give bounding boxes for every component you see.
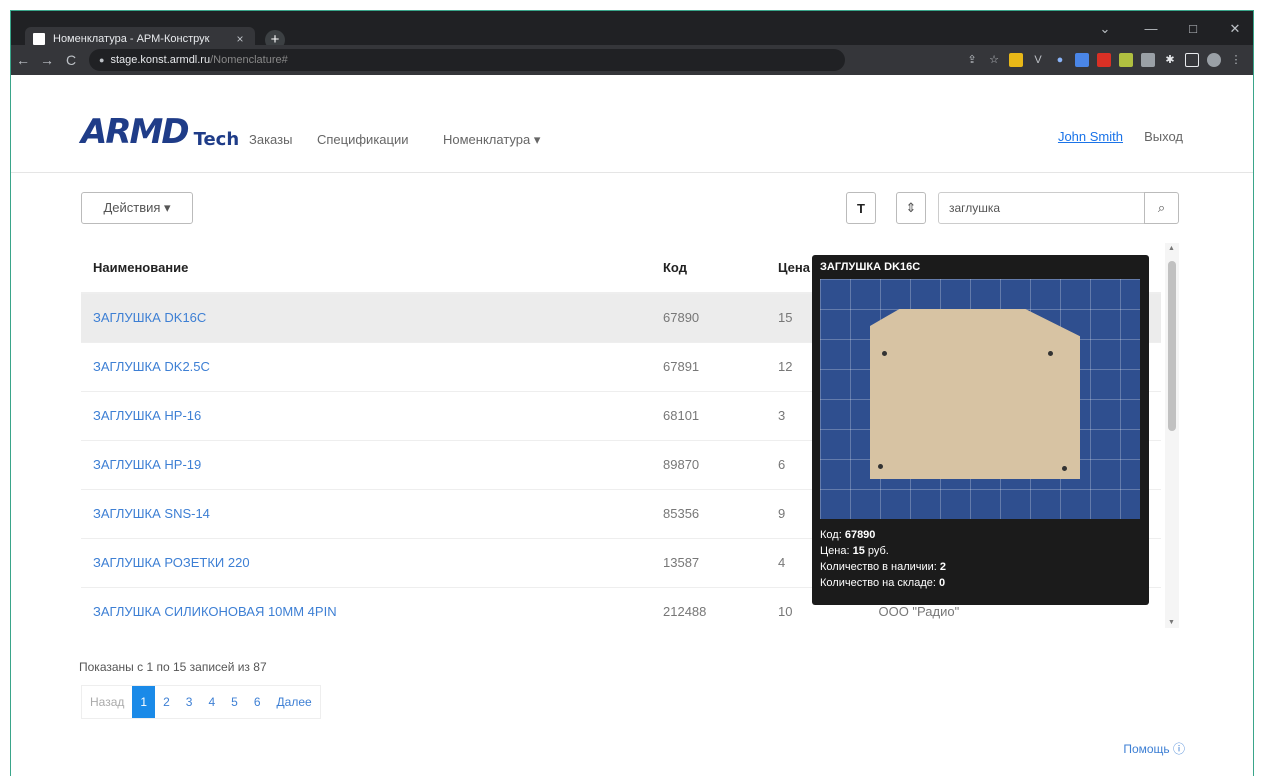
site-navbar: ARMD Tech Заказы Спецификации Номенклату… xyxy=(11,95,1253,173)
reload-button[interactable]: C xyxy=(59,52,83,68)
avatar[interactable] xyxy=(1207,53,1221,67)
extension-icon[interactable] xyxy=(1141,53,1155,67)
item-name-link[interactable]: ЗАГЛУШКА DK2.5C xyxy=(81,341,651,391)
extension-icon[interactable] xyxy=(1075,53,1089,67)
close-window-button[interactable]: ✕ xyxy=(1225,21,1245,37)
item-name-link[interactable]: ЗАГЛУШКА HP-19 xyxy=(81,439,651,489)
page-5-button[interactable]: 5 xyxy=(223,686,246,718)
table-scrollbar[interactable]: ▲ ▼ xyxy=(1165,243,1179,628)
page-4-button[interactable]: 4 xyxy=(200,686,223,718)
item-code: 85356 xyxy=(651,488,766,538)
item-code: 67890 xyxy=(651,292,766,342)
search-input[interactable] xyxy=(938,192,1145,224)
actions-dropdown[interactable]: Действия ▾ xyxy=(81,192,193,224)
item-name-link[interactable]: ЗАГЛУШКА HP-16 xyxy=(81,390,651,440)
chevron-down-icon[interactable]: ⌄ xyxy=(1095,21,1115,37)
help-link[interactable]: Помощь ⓘ xyxy=(1123,740,1185,757)
item-code: 67891 xyxy=(651,341,766,391)
item-name-link[interactable]: ЗАГЛУШКА СИЛИКОНОВАЯ 10ММ 4PIN xyxy=(81,586,651,628)
extension-icon[interactable] xyxy=(1119,53,1133,67)
pagination: Назад 123456 Далее xyxy=(81,685,321,719)
prev-page-button[interactable]: Назад xyxy=(82,686,132,718)
url-host: stage.konst.armdl.ru xyxy=(110,54,211,66)
popover-code: Код: 67890 xyxy=(820,529,876,541)
star-icon[interactable]: ☆ xyxy=(987,53,1001,67)
extension-icon[interactable] xyxy=(1009,53,1023,67)
menu-icon[interactable]: ⋮ xyxy=(1229,53,1243,67)
forward-button[interactable]: → xyxy=(35,52,59,68)
next-page-button[interactable]: Далее xyxy=(269,686,320,718)
tab-title: Номенклатура - АРМ-Конструк xyxy=(53,33,210,45)
logo-tech: Tech xyxy=(193,129,240,150)
pagination-summary: Показаны с 1 по 15 записей из 87 xyxy=(79,660,267,674)
share-icon[interactable]: ⇪ xyxy=(965,53,979,67)
extension-icon[interactable]: V xyxy=(1031,53,1045,67)
extension-icon[interactable]: ● xyxy=(1053,53,1067,67)
page-1-button[interactable]: 1 xyxy=(132,686,156,718)
logout-link[interactable]: Выход xyxy=(1144,129,1183,144)
supplier: ООО "Радио" xyxy=(878,604,960,620)
nav-nomenclature[interactable]: Номенклатура ▾ xyxy=(443,132,540,148)
scroll-up-icon[interactable]: ▲ xyxy=(1168,245,1175,252)
search-icon[interactable]: ⌕ xyxy=(1144,192,1179,224)
logo-text: ARMD xyxy=(81,112,190,152)
item-name-link[interactable]: ЗАГЛУШКА РОЗЕТКИ 220 xyxy=(81,537,651,587)
sort-icon[interactable]: ⇕ xyxy=(896,192,926,224)
item-code: 89870 xyxy=(651,439,766,489)
popover-price: Цена: 15 руб. xyxy=(820,545,889,557)
url-path: /Nomenclature# xyxy=(210,54,288,66)
item-preview-popover: ЗАГЛУШКА DK16C Код: 67890 Цена: 15 руб. … xyxy=(812,255,1149,605)
page-2-button[interactable]: 2 xyxy=(155,686,178,718)
url-field[interactable]: ● stage.konst.armdl.ru /Nomenclature# xyxy=(89,49,845,71)
item-name-link[interactable]: ЗАГЛУШКА DK16C xyxy=(81,292,651,342)
item-name-link[interactable]: ЗАГЛУШКА SNS-14 xyxy=(81,488,651,538)
extension-icon[interactable] xyxy=(1097,53,1111,67)
page-icon xyxy=(33,33,45,45)
page-6-button[interactable]: 6 xyxy=(246,686,269,718)
scrollbar-thumb[interactable] xyxy=(1168,261,1176,431)
puzzle-icon[interactable]: ✱ xyxy=(1163,53,1177,67)
browser-window: Номенклатура - АРМ-Конструк × + ⌄ — □ ✕ … xyxy=(10,10,1254,776)
page-3-button[interactable]: 3 xyxy=(178,686,201,718)
back-button[interactable]: ← xyxy=(11,52,35,68)
close-tab-icon[interactable]: × xyxy=(233,32,247,46)
extension-bar: ⇪ ☆ V ● ✱ ⋮ xyxy=(965,45,1253,75)
sidebar-icon[interactable] xyxy=(1185,53,1199,67)
user-link[interactable]: John Smith xyxy=(1058,129,1123,144)
popover-stock: Количество в наличии: 2 xyxy=(820,561,947,573)
item-code: 68101 xyxy=(651,390,766,440)
nav-orders[interactable]: Заказы xyxy=(249,132,292,147)
column-code[interactable]: Код xyxy=(651,243,766,294)
lock-icon: ● xyxy=(99,55,105,65)
scroll-down-icon[interactable]: ▼ xyxy=(1168,619,1175,626)
minimize-button[interactable]: — xyxy=(1141,21,1161,36)
nav-specifications[interactable]: Спецификации xyxy=(317,132,409,147)
address-bar: ← → C ● stage.konst.armdl.ru /Nomenclatu… xyxy=(11,45,1253,75)
page-content: ARMD Tech Заказы Спецификации Номенклату… xyxy=(11,95,1253,776)
popover-title: ЗАГЛУШКА DK16C xyxy=(820,261,921,273)
item-code: 212488 xyxy=(651,586,766,628)
maximize-button[interactable]: □ xyxy=(1183,21,1203,36)
popover-warehouse: Количество на складе: 0 xyxy=(820,577,946,589)
filter-icon[interactable]: T xyxy=(846,192,876,224)
item-code: 13587 xyxy=(651,537,766,587)
product-image xyxy=(820,279,1140,519)
column-name[interactable]: Наименование xyxy=(81,243,651,294)
logo[interactable]: ARMD Tech xyxy=(81,115,239,149)
